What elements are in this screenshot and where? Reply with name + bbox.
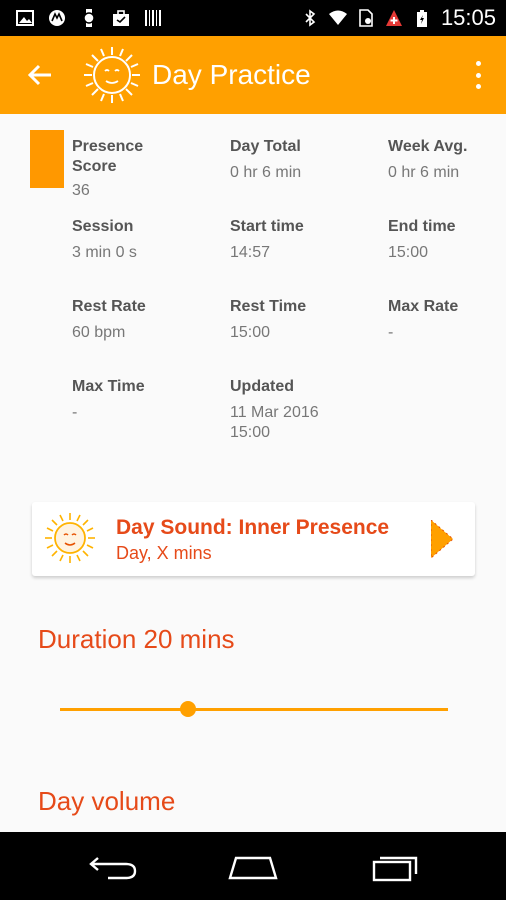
stat-rest-time: Rest Time 15:00 xyxy=(230,297,370,343)
stat-day-total: Day Total 0 hr 6 min xyxy=(230,137,370,183)
page-title: Day Practice xyxy=(152,59,311,90)
slider-thumb[interactable] xyxy=(180,701,197,717)
stat-session: Session 3 min 0 s xyxy=(72,217,212,263)
stat-value: 36 xyxy=(72,182,90,199)
day-volume-label: Day volume xyxy=(38,786,176,816)
stat-label: Max Time xyxy=(72,378,145,395)
barcode-icon xyxy=(145,10,161,26)
stat-label: Rest Rate xyxy=(72,298,146,315)
bluetooth-icon xyxy=(305,9,316,27)
sun-face-icon xyxy=(45,513,95,563)
duration-slider[interactable] xyxy=(60,700,448,720)
stat-label: Session xyxy=(72,218,134,235)
stat-value: 0 hr 6 min xyxy=(230,164,302,181)
motorola-icon xyxy=(49,10,65,26)
stat-end-time: End time 15:00 xyxy=(388,217,498,263)
stat-label: Start time xyxy=(230,218,304,235)
stat-value: - xyxy=(72,404,78,421)
app-bar: Day Practice xyxy=(0,36,506,114)
sound-title: Day Sound: Inner Presence xyxy=(116,516,390,539)
stat-label: Presence Score xyxy=(72,138,144,175)
back-icon[interactable] xyxy=(88,852,138,882)
stat-value: 15:00 xyxy=(230,324,271,341)
battery-saver-icon xyxy=(359,9,373,27)
image-icon xyxy=(16,10,34,26)
stat-value: 0 hr 6 min xyxy=(388,164,460,181)
stat-max-rate: Max Rate - xyxy=(388,297,498,343)
sound-subtitle: Day, X mins xyxy=(116,543,212,563)
medical-alert-icon xyxy=(385,10,402,26)
stat-start-time: Start time 14:57 xyxy=(230,217,370,263)
stat-value: - xyxy=(388,324,394,341)
duration-label: Duration 20 mins xyxy=(38,624,235,654)
arrow-back-icon[interactable] xyxy=(26,61,54,89)
play-icon[interactable] xyxy=(431,520,453,558)
sun-face-logo xyxy=(84,47,140,103)
stat-label: Max Rate xyxy=(388,298,459,315)
wifi-icon xyxy=(328,10,347,25)
stat-value: 3 min 0 s xyxy=(72,244,137,261)
slider-track xyxy=(60,708,448,711)
overflow-menu-icon[interactable] xyxy=(474,61,482,89)
stat-label: Updated xyxy=(230,378,294,395)
briefcase-icon xyxy=(113,10,129,26)
status-time: 15:05 xyxy=(440,5,496,30)
stat-max-time: Max Time - xyxy=(72,377,212,423)
stat-label: Day Total xyxy=(230,138,301,155)
stat-week-avg: Week Avg. 0 hr 6 min xyxy=(388,137,498,183)
stat-value: 15:00 xyxy=(388,244,429,261)
watch-icon xyxy=(83,9,95,27)
home-icon[interactable] xyxy=(228,852,278,882)
day-sound-card[interactable]: Day Sound: Inner Presence Day, X mins xyxy=(32,502,475,576)
presence-score-bar xyxy=(30,130,64,188)
stat-value: 11 Mar 2016 15:00 xyxy=(230,404,319,441)
stat-value: 60 bpm xyxy=(72,324,126,341)
status-bar: 15:05 xyxy=(0,0,506,36)
navigation-bar xyxy=(0,832,506,900)
stat-value: 14:57 xyxy=(230,244,271,261)
stat-label: Rest Time xyxy=(230,298,307,315)
stat-updated: Updated 11 Mar 2016 15:00 xyxy=(230,377,340,443)
battery-icon xyxy=(416,10,427,27)
stat-rest-rate: Rest Rate 60 bpm xyxy=(72,297,212,343)
stat-presence-score: Presence Score 36 xyxy=(72,137,192,201)
recents-icon[interactable] xyxy=(370,852,420,882)
stat-label: End time xyxy=(388,218,456,235)
stat-label: Week Avg. xyxy=(388,138,468,155)
